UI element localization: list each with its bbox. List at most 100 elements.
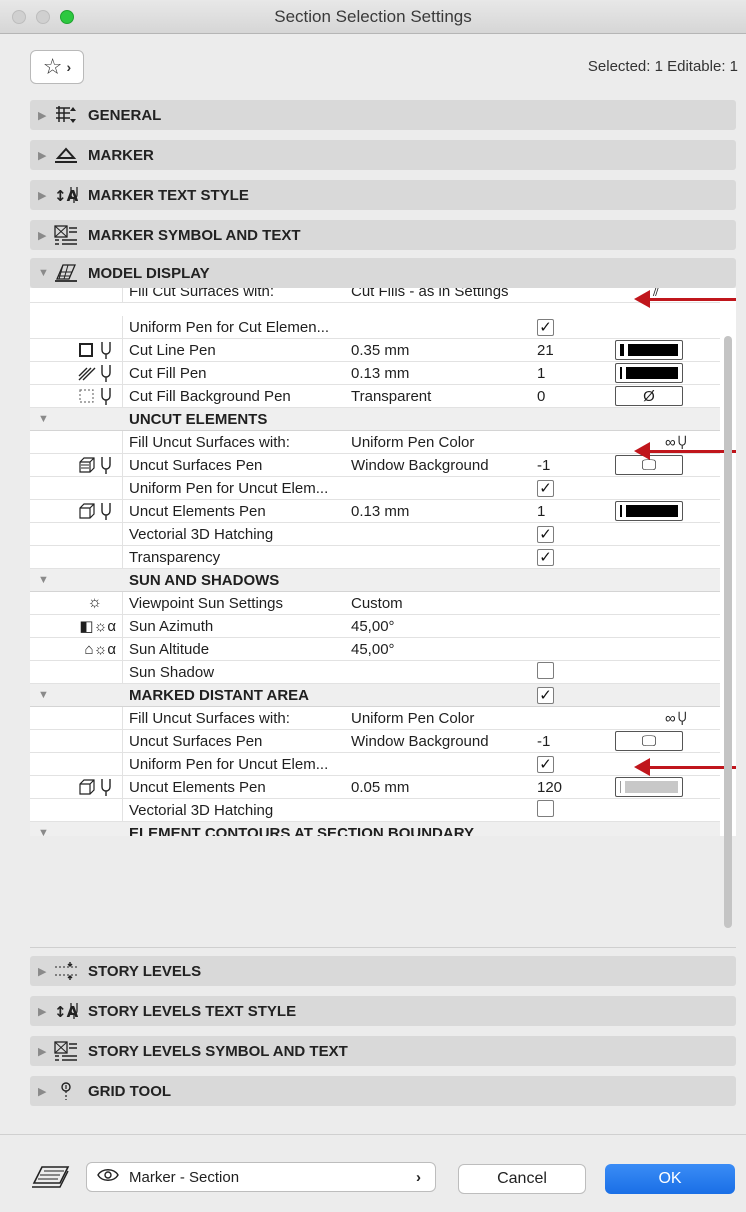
list-item[interactable]: Uniform Pen for Cut Elemen... ✓ — [30, 316, 720, 339]
layer-settings-icon[interactable] — [30, 1163, 70, 1189]
section-marker[interactable]: ▶ MARKER — [30, 140, 736, 170]
checkbox[interactable] — [537, 661, 554, 679]
pen-swatch[interactable]: Ø — [615, 386, 683, 406]
pen-swatch[interactable] — [615, 363, 683, 383]
checkbox[interactable] — [537, 799, 554, 817]
section-story-levels[interactable]: ▶ STORY LEVELS — [30, 956, 736, 986]
disclosure-right-icon: ▶ — [38, 1085, 47, 1098]
cancel-button[interactable]: Cancel — [458, 1164, 586, 1194]
list-item[interactable]: Fill Uncut Surfaces with: Uniform Pen Co… — [30, 431, 720, 454]
list-item[interactable]: ◧☼α Sun Azimuth 45,00° — [30, 615, 720, 638]
section-label: GRID TOOL — [88, 1082, 172, 1100]
section-marker-text-style[interactable]: ▶ ↕A MARKER TEXT STYLE — [30, 180, 736, 210]
list-item[interactable]: Uncut Elements Pen 0.05 mm 120 — [30, 776, 720, 799]
group-sun-and-shadows[interactable]: ▼ SUN AND SHADOWS — [30, 569, 720, 592]
list-item[interactable]: Vectorial 3D Hatching ✓ — [30, 523, 720, 546]
section-general[interactable]: ▶ GENERAL — [30, 100, 736, 130]
list-item[interactable]: Uncut Surfaces Pen Window Background -1 … — [30, 454, 720, 477]
list-item[interactable]: ☼ Viewpoint Sun Settings Custom — [30, 592, 720, 615]
section-story-levels-text-style[interactable]: ▶ ↕A STORY LEVELS TEXT STYLE — [30, 996, 736, 1026]
section-label: STORY LEVELS SYMBOL AND TEXT — [88, 1042, 348, 1060]
list-item[interactable]: Sun Shadow — [30, 661, 720, 684]
disclosure-down-icon[interactable]: ▼ — [30, 569, 123, 591]
section-label: STORY LEVELS — [88, 962, 202, 980]
checkbox[interactable]: ✓ — [537, 318, 554, 336]
monitor-icon: 🖵 — [641, 732, 657, 750]
list-item[interactable]: ⌂☼α Sun Altitude 45,00° — [30, 638, 720, 661]
list-item[interactable]: Cut Fill Background Pen Transparent 0 Ø — [30, 385, 720, 408]
section-grid-tool[interactable]: ▶ GRID TOOL — [30, 1076, 736, 1106]
checkbox[interactable]: ✓ — [537, 525, 554, 543]
section-label: MARKER TEXT STYLE — [88, 186, 249, 204]
favorites-button[interactable]: ☆ › — [30, 50, 84, 84]
uniform-pen-icon: ∞ — [665, 433, 676, 451]
disclosure-down-icon[interactable]: ▼ — [30, 408, 123, 430]
uniform-pen-icon: ∞ — [665, 709, 676, 727]
list-item[interactable]: Vectorial 3D Hatching — [30, 799, 720, 822]
window-title: Section Selection Settings — [274, 7, 472, 26]
list-item[interactable]: Uniform Pen for Uncut Elem... ✓ — [30, 477, 720, 500]
section-model-display[interactable]: ▼ MODEL DISPLAY — [30, 258, 736, 288]
list-item[interactable]: Fill Cut Surfaces with: Cut Fills - as i… — [30, 288, 720, 303]
checkbox[interactable]: ✓ — [537, 548, 554, 566]
list-item[interactable]: Uncut Elements Pen 0.13 mm 1 — [30, 500, 720, 523]
disclosure-right-icon: ▶ — [38, 109, 47, 122]
checkbox[interactable]: ✓ — [537, 479, 554, 497]
cut-fill-pen-icon — [78, 367, 96, 381]
eye-icon — [97, 1168, 119, 1186]
disclosure-right-icon: ▶ — [38, 1005, 47, 1018]
disclosure-right-icon: ▶ — [38, 965, 47, 978]
ok-button[interactable]: OK — [605, 1164, 735, 1194]
list-item[interactable]: Cut Line Pen 0.35 mm 21 — [30, 339, 720, 362]
marker-icon — [52, 144, 80, 166]
disclosure-down-icon[interactable]: ▼ — [30, 684, 123, 706]
story-levels-icon — [52, 960, 80, 982]
disclosure-right-icon: ▶ — [38, 229, 47, 242]
list-item[interactable]: Fill Uncut Surfaces with: Uniform Pen Co… — [30, 707, 720, 730]
disclosure-down-icon: ▼ — [38, 267, 49, 279]
disclosure-right-icon: ▶ — [38, 149, 47, 162]
model-display-icon — [52, 262, 80, 284]
model-display-panel[interactable]: Fill Cut Surfaces with: Cut Fills - as i… — [30, 288, 736, 948]
general-icon — [52, 104, 80, 126]
uncut-surfaces-icon — [79, 457, 95, 473]
empty-set-icon: Ø — [643, 387, 655, 405]
uncut-elements-icon — [79, 779, 95, 795]
sun-icon: ☼ — [87, 594, 102, 611]
list-item[interactable]: Uniform Pen for Uncut Elem... ✓ — [30, 753, 720, 776]
layer-popup[interactable]: Marker - Section › — [86, 1162, 436, 1192]
group-uncut-elements[interactable]: ▼ UNCUT ELEMENTS — [30, 408, 720, 431]
list-item[interactable]: Transparency ✓ — [30, 546, 720, 569]
symbol-text-icon — [52, 224, 80, 246]
checkbox[interactable]: ✓ — [537, 686, 554, 704]
chevron-right-icon: › — [416, 1168, 421, 1186]
annotation-arrow — [634, 758, 736, 776]
section-label: STORY LEVELS TEXT STYLE — [88, 1002, 297, 1020]
section-marker-symbol-and-text[interactable]: ▶ MARKER SYMBOL AND TEXT — [30, 220, 736, 250]
uncut-elements-icon — [79, 503, 95, 519]
disclosure-right-icon: ▶ — [38, 1045, 47, 1058]
pen-swatch[interactable] — [615, 340, 683, 360]
selection-count: Selected: 1 Editable: 1 — [587, 58, 738, 75]
pen-icon — [101, 503, 111, 520]
disclosure-right-icon: ▶ — [38, 189, 47, 202]
section-story-levels-symbol-and-text[interactable]: ▶ STORY LEVELS SYMBOL AND TEXT — [30, 1036, 736, 1066]
sun-azimuth-icon: ◧☼α — [79, 618, 116, 635]
list-item[interactable]: Cut Fill Pen 0.13 mm 1 — [30, 362, 720, 385]
scrollbar[interactable] — [724, 336, 732, 928]
cut-fill-background-icon — [79, 389, 94, 403]
chevron-right-icon: › — [66, 59, 72, 75]
star-icon: ☆ — [42, 54, 63, 79]
pen-icon — [101, 388, 111, 405]
pen-swatch[interactable] — [615, 777, 683, 797]
annotation-arrow — [634, 290, 736, 308]
title-bar: Section Selection Settings — [0, 0, 746, 34]
grid-tool-icon — [52, 1080, 80, 1102]
checkbox[interactable]: ✓ — [537, 755, 554, 773]
group-marked-distant-area[interactable]: ▼ MARKED DISTANT AREA ✓ — [30, 684, 720, 707]
list-item[interactable]: Uncut Surfaces Pen Window Background -1 … — [30, 730, 720, 753]
pen-swatch[interactable] — [615, 501, 683, 521]
pen-swatch[interactable]: 🖵 — [615, 731, 683, 751]
section-label: GENERAL — [88, 106, 162, 124]
sun-altitude-icon: ⌂☼α — [84, 640, 116, 658]
